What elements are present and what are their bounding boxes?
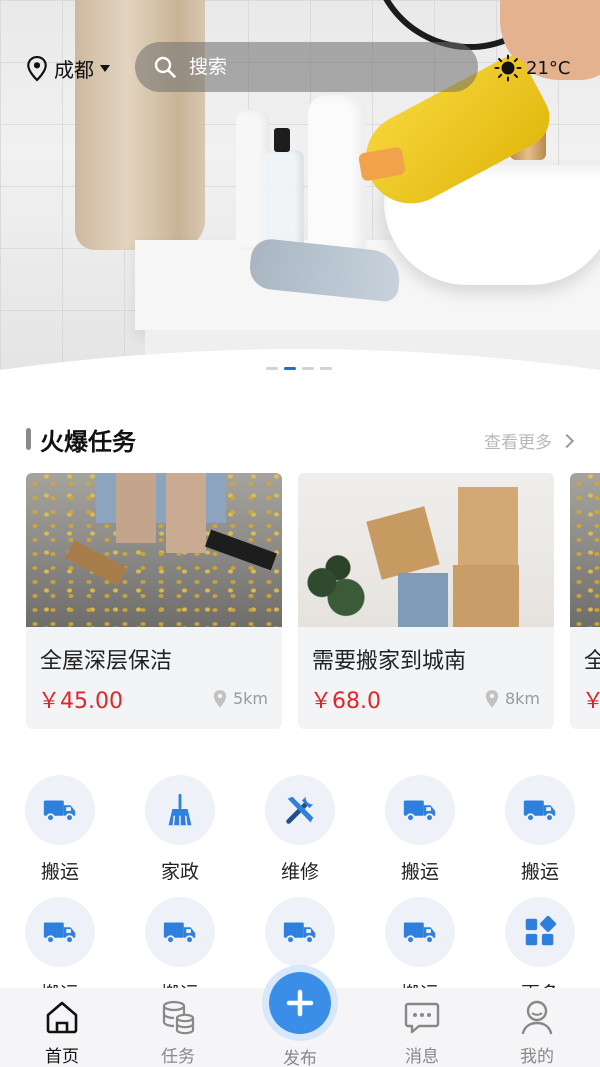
nav-label: 消息 [405, 1047, 439, 1067]
nav-profile[interactable]: 我的 [477, 988, 597, 1067]
task-image-cleaning [570, 473, 600, 627]
home-icon [46, 1001, 78, 1034]
chevron-right-icon [559, 433, 575, 448]
category-item[interactable]: 搬运 [480, 775, 600, 884]
truck-icon [283, 922, 316, 944]
section-marker [26, 428, 31, 450]
truck-icon [43, 800, 76, 822]
category-label: 搬运 [40, 861, 79, 883]
task-card[interactable]: 全屋深层保洁 ￥45.00 5km [26, 473, 282, 729]
tools-icon [286, 796, 314, 824]
hot-tasks-header: 火爆任务 查看更多 [26, 420, 586, 456]
publish-button-halo [262, 965, 338, 1041]
hero-curve [0, 349, 600, 420]
banner-bottle [262, 128, 304, 250]
category-item[interactable]: 维修 [240, 775, 360, 884]
task-distance: 8km [485, 689, 540, 708]
location-pin-icon [213, 689, 227, 708]
section-title: 火爆任务 [40, 428, 136, 456]
category-label: 搬运 [520, 861, 559, 883]
banner-dot[interactable] [320, 367, 332, 370]
banner-dot[interactable] [302, 367, 314, 370]
truck-icon [43, 922, 76, 944]
broom-icon [168, 793, 192, 826]
message-icon [404, 1002, 440, 1034]
truck-icon [163, 922, 196, 944]
view-more-link[interactable]: 查看更多 [484, 428, 575, 453]
nav-home[interactable]: 首页 [2, 988, 122, 1067]
temperature: 21°C [526, 57, 571, 79]
grid-icon [525, 915, 557, 946]
task-price: ￥45.00 [38, 689, 123, 714]
plus-icon [286, 989, 314, 1017]
task-distance: 5km [213, 689, 268, 708]
truck-icon [403, 922, 436, 944]
city-name: 成都 [54, 58, 94, 82]
task-image-cleaning [26, 473, 282, 627]
city-selector[interactable]: 成都 [26, 54, 110, 83]
distance-value: 5km [232, 689, 268, 708]
nav-label: 我的 [520, 1047, 554, 1067]
nav-label: 发布 [283, 1049, 317, 1067]
nav-messages[interactable]: 消息 [362, 988, 482, 1067]
banner-dot[interactable] [266, 367, 278, 370]
task-price: ￥68.0 [310, 689, 381, 714]
banner-towel [75, 0, 205, 250]
nav-label: 首页 [45, 1047, 79, 1067]
search-icon [154, 56, 176, 78]
view-more-label: 查看更多 [484, 433, 552, 453]
banner-pagination [266, 367, 332, 370]
truck-icon [403, 800, 436, 822]
category-item[interactable]: 搬运 [0, 775, 120, 884]
category-label: 维修 [280, 861, 319, 883]
task-card[interactable]: 全 ￥ [570, 473, 600, 729]
user-icon [521, 1000, 553, 1035]
search-input[interactable] [189, 56, 449, 78]
location-pin-icon [485, 689, 499, 708]
distance-value: 8km [504, 689, 540, 708]
top-bar: 成都 21°C [0, 42, 600, 92]
search-bar[interactable] [135, 42, 478, 92]
task-title: 全 [584, 649, 600, 674]
category-item[interactable]: 搬运 [360, 775, 480, 884]
publish-button[interactable] [269, 972, 331, 1034]
hot-tasks-carousel[interactable]: 全屋深层保洁 ￥45.00 5km 需要搬家到城南 ￥68.0 8km 全 ￥ [26, 473, 600, 731]
task-card[interactable]: 需要搬家到城南 ￥68.0 8km [298, 473, 554, 729]
task-title: 需要搬家到城南 [312, 649, 467, 674]
category-label: 家政 [160, 861, 199, 883]
sun-icon [494, 54, 522, 82]
caret-down-icon [100, 65, 110, 72]
category-item[interactable]: 家政 [120, 775, 240, 884]
banner-dot-active[interactable] [284, 367, 296, 370]
truck-icon [523, 800, 556, 822]
category-label: 搬运 [400, 861, 439, 883]
task-price: ￥ [582, 689, 600, 714]
task-title: 全屋深层保洁 [40, 649, 173, 674]
banner-bottle [308, 95, 366, 255]
nav-tasks[interactable]: 任务 [118, 988, 238, 1067]
location-pin-icon [27, 55, 47, 82]
nav-label: 任务 [161, 1047, 195, 1067]
weather-widget[interactable]: 21°C [494, 54, 570, 82]
task-image-moving [298, 473, 554, 627]
database-icon [162, 1000, 195, 1035]
